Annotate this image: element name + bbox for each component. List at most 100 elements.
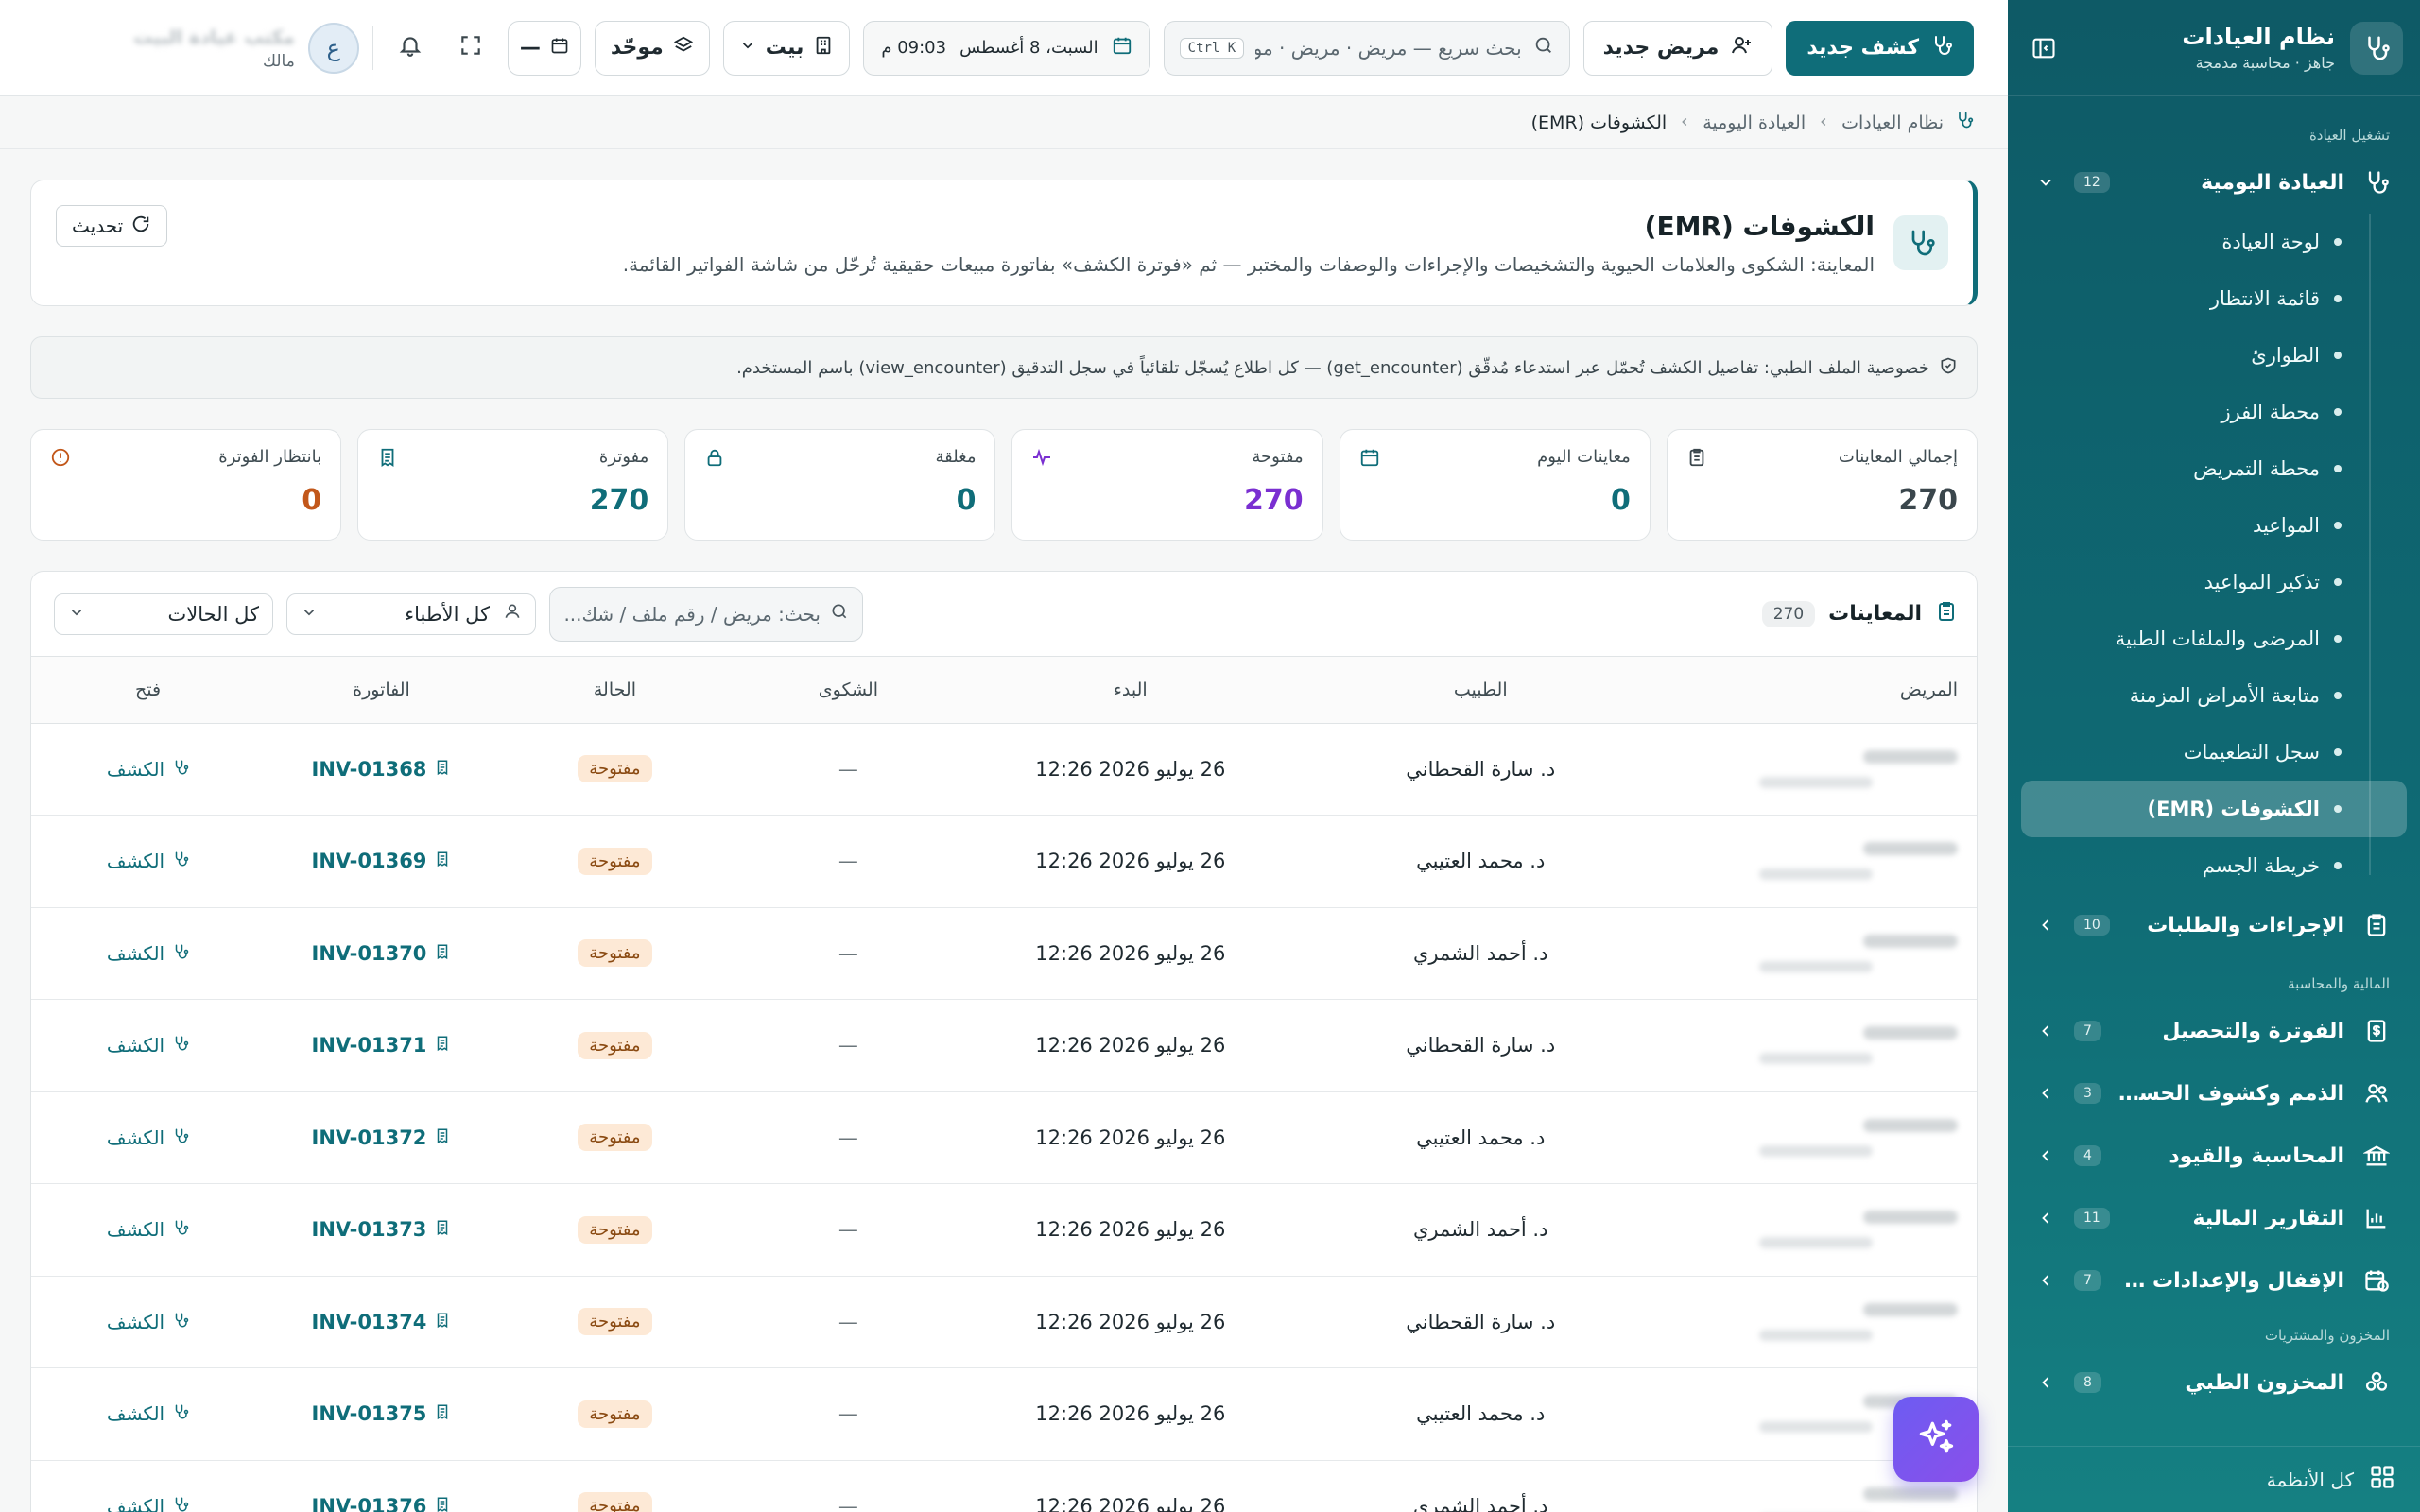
calendar-icon [550, 36, 569, 60]
stethoscope-icon [172, 1311, 189, 1333]
nav-group-finance[interactable]: الفوترة والتحصيل 7 [2008, 1000, 2420, 1062]
sidebar-item[interactable]: تذكير المواعيد [2021, 554, 2407, 610]
status-filter-select[interactable]: كل الحالات [54, 593, 273, 635]
nav-group-procedures[interactable]: الإجراءات والطلبات 10 [2008, 894, 2420, 956]
user-info[interactable]: مكتب عيادة البيت مالك [133, 26, 295, 71]
open-encounter-link[interactable]: الكشف [107, 1034, 189, 1057]
bell-icon [398, 33, 423, 62]
invoice-link[interactable]: INV-01370 [312, 942, 452, 965]
status-badge: مفتوحة [578, 1124, 652, 1152]
sidebar-item[interactable]: المواعيد [2021, 497, 2407, 554]
refresh-label: تحديث [72, 215, 124, 237]
nav-group-label: العيادة اليومية [2201, 170, 2344, 195]
sidebar-item[interactable]: الطوارئ [2021, 327, 2407, 384]
new-visit-button[interactable]: كشف جديد [1786, 20, 1974, 76]
table-row[interactable]: د. محمد العتيبي 26 يوليو 2026 12:26— مفتوح… [31, 815, 1977, 908]
column-header-complaint[interactable]: الشكوى [731, 657, 965, 724]
cell-complaint: — [731, 907, 965, 1000]
sidebar-item[interactable]: لوحة العيادة [2021, 214, 2407, 270]
layers-icon [673, 35, 694, 61]
table-row[interactable]: د. أحمد الشمري 26 يوليو 2026 12:26— مفتوحة… [31, 907, 1977, 1000]
invoice-link[interactable]: INV-01368 [312, 758, 452, 781]
avatar[interactable]: ع [307, 22, 359, 74]
cell-doctor: د. سارة القحطاني [1295, 1276, 1666, 1368]
stats-row: إجمالي المعاينات 270 معاينات اليوم 0 مفتوحة 2… [29, 429, 1978, 541]
open-encounter-link[interactable]: الكشف [107, 1402, 189, 1425]
open-encounter-link[interactable]: الكشف [107, 850, 189, 872]
invoice-number: INV-01374 [311, 1310, 427, 1333]
table-row[interactable]: د. أحمد الشمري 26 يوليو 2026 12:26— مفتوحة… [31, 1460, 1977, 1512]
breadcrumb-link[interactable]: العيادة اليومية [1703, 112, 1806, 133]
column-header-start[interactable]: البدء [964, 657, 1296, 724]
open-encounter-label: الكشف [106, 757, 165, 781]
invoice-link[interactable]: INV-01374 [312, 1311, 452, 1333]
sidebar-item[interactable]: متابعة الأمراض المزمنة [2021, 667, 2407, 724]
stat-label: معاينات اليوم [1537, 447, 1631, 467]
nav-group-finance[interactable]: التقارير المالية 11 [2008, 1187, 2420, 1249]
column-header-doctor[interactable]: الطبيب [1295, 657, 1666, 724]
sidebar-item[interactable]: محطة التمريض [2021, 440, 2407, 497]
stat-value: 270 [1244, 484, 1304, 517]
date-time-chip[interactable]: السبت، 8 أغسطس 09:03 م [863, 20, 1150, 76]
invoice-link[interactable]: INV-01369 [312, 850, 452, 872]
cell-patient-redacted [1665, 1091, 1977, 1184]
bullet-dot-icon [2334, 748, 2342, 756]
invoice-link[interactable]: INV-01375 [312, 1402, 452, 1425]
invoice-link[interactable]: INV-01371 [312, 1034, 452, 1057]
branch-selector[interactable]: بيت [722, 20, 851, 76]
nav-count-badge: 8 [2074, 1372, 2101, 1393]
table-row[interactable]: د. سارة القحطاني 26 يوليو 2026 12:26— مفتو… [31, 1276, 1977, 1368]
open-encounter-link[interactable]: الكشف [107, 758, 189, 781]
sidebar-item[interactable]: الكشوفات (EMR) [2021, 781, 2407, 837]
column-header-status[interactable]: الحالة [497, 657, 732, 724]
table-search-input[interactable]: بحث: مريض / رقم ملف / شك... [549, 586, 863, 642]
grid-icon [2369, 1464, 2395, 1495]
column-header-invoice[interactable]: الفاتورة [265, 657, 498, 724]
nav-group-daily-clinic[interactable]: العيادة اليومية 12 [2008, 151, 2420, 214]
stethoscope-icon [1955, 111, 1974, 134]
table-row[interactable]: د. سارة القحطاني 26 يوليو 2026 12:26— مفتو… [31, 723, 1977, 816]
sidebar-item[interactable]: المرضى والملفات الطبية [2021, 610, 2407, 667]
open-encounter-link[interactable]: الكشف [107, 1218, 189, 1241]
sidebar-item[interactable]: خريطة الجسم [2021, 837, 2407, 894]
all-systems-link[interactable]: كل الأنظمة [2008, 1446, 2420, 1512]
column-header-patient[interactable]: المريض [1665, 657, 1977, 724]
sidebar-item[interactable]: قائمة الانتظار [2021, 270, 2407, 327]
clipboard-icon [1685, 445, 1709, 470]
doctor-filter-select[interactable]: كل الأطباء [286, 593, 536, 635]
open-encounter-link[interactable]: الكشف [107, 1126, 189, 1149]
stethoscope-icon [172, 1034, 189, 1057]
sidebar-collapse-icon[interactable] [2027, 31, 2061, 65]
calendar-counter-chip[interactable]: — [507, 20, 581, 76]
nav-group-finance[interactable]: الذمم وكشوف الحساب 3 [2008, 1062, 2420, 1125]
sidebar-item[interactable]: محطة الفرز [2021, 384, 2407, 440]
nav-group-label: التقارير المالية [2192, 1206, 2344, 1230]
table-row[interactable]: د. محمد العتيبي 26 يوليو 2026 12:26— مفتوح… [31, 1091, 1977, 1184]
refresh-button[interactable]: تحديث [56, 205, 168, 247]
nav-group-inventory[interactable]: المخزون الطبي 8 [2008, 1351, 2420, 1414]
fullscreen-icon [458, 33, 483, 62]
sidebar-item[interactable]: سجل التطعيمات [2021, 724, 2407, 781]
open-encounter-link[interactable]: الكشف [107, 1311, 189, 1333]
quick-search-input[interactable]: بحث سريع — مريض · مريض · موع... Ctrl K [1163, 20, 1570, 76]
cell-start: 26 يوليو 2026 12:26 [964, 815, 1296, 908]
nav-count-badge: 7 [2074, 1021, 2101, 1041]
view-mode-toggle[interactable]: موحّد [594, 20, 710, 76]
open-encounter-link[interactable]: الكشف [107, 942, 189, 965]
table-row[interactable]: د. محمد العتيبي 26 يوليو 2026 12:26— مفتوح… [31, 1367, 1977, 1461]
invoice-link[interactable]: INV-01373 [312, 1218, 452, 1241]
notifications-button[interactable] [387, 25, 434, 72]
nav-group-finance[interactable]: الإقفال والإعدادات الم... 7 [2008, 1249, 2420, 1312]
cell-complaint: — [731, 1091, 965, 1184]
new-patient-button[interactable]: مريض جديد [1582, 20, 1773, 76]
breadcrumb-link[interactable]: نظام العيادات [1841, 112, 1944, 133]
invoice-link[interactable]: INV-01372 [312, 1126, 452, 1149]
open-encounter-link[interactable]: الكشف [107, 1495, 189, 1512]
table-row[interactable]: د. سارة القحطاني 26 يوليو 2026 12:26— مفتو… [31, 999, 1977, 1092]
ai-assistant-button[interactable] [1893, 1397, 1979, 1482]
sidebar-item-label: سجل التطعيمات [2183, 741, 2320, 764]
nav-group-finance[interactable]: المحاسبة والقيود 4 [2008, 1125, 2420, 1187]
fullscreen-button[interactable] [447, 25, 494, 72]
table-row[interactable]: د. أحمد الشمري 26 يوليو 2026 12:26— مفتوحة… [31, 1183, 1977, 1277]
invoice-link[interactable]: INV-01376 [312, 1495, 452, 1512]
